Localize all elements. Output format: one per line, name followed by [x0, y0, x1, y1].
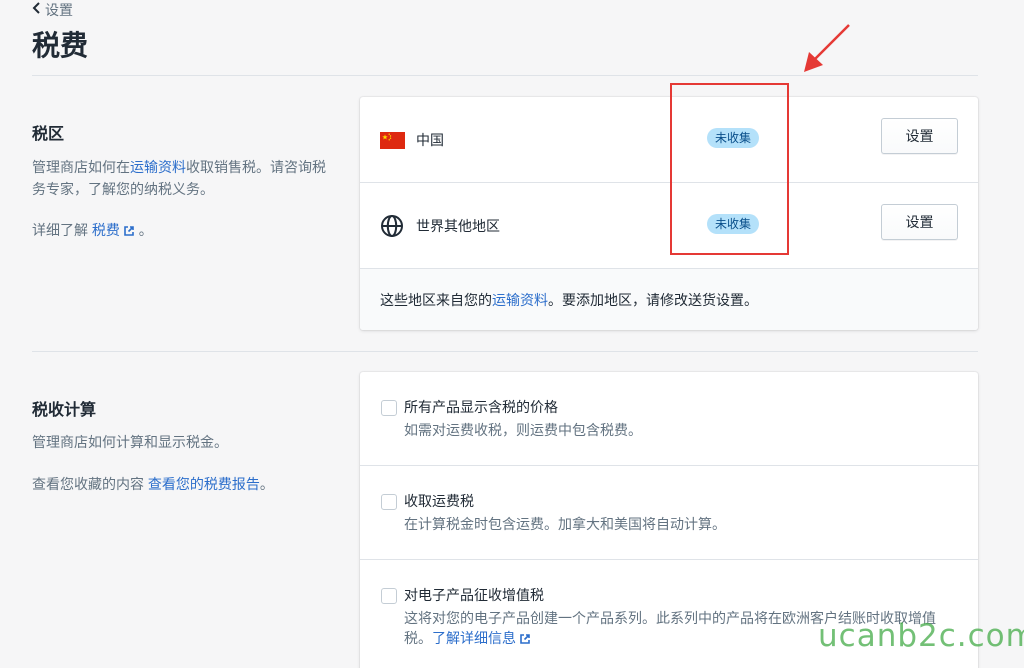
option-description: 如需对运费收税，则运费中包含税费。 [404, 422, 642, 438]
tax-calculation-title: 税收计算 [32, 402, 97, 419]
zone-name: 世界其他地区 [416, 218, 500, 234]
tax-inclusive-checkbox[interactable] [381, 400, 397, 416]
zones-footer: 这些地区来自您的运输资料。要添加地区，请修改送货设置。 [360, 269, 978, 330]
learn-more-taxes: 详细了解 税费 。 [32, 219, 332, 243]
digital-vat-learn-more-link[interactable]: 了解详细信息 [432, 630, 531, 646]
option-title: 所有产品显示含税的价格 [404, 399, 558, 415]
annotation-arrow-icon [804, 24, 850, 72]
option-title: 对电子产品征收增值税 [404, 587, 544, 603]
tax-calculation-description: 管理商店如何计算和显示税金。 [32, 434, 228, 450]
footer-shipping-profile-link[interactable]: 运输资料 [492, 292, 548, 308]
status-badge: 未收集 [707, 214, 760, 234]
tax-regions-title: 税区 [32, 126, 65, 143]
option-charge-shipping-tax: 收取运费税 在计算税金时包含运费。加拿大和美国将自动计算。 [360, 466, 978, 560]
taxes-learn-more-link[interactable]: 税费 [92, 222, 135, 238]
option-title: 收取运费税 [404, 493, 474, 509]
chevron-left-icon [32, 1, 41, 17]
watermark: ucanb2c.com [818, 618, 1024, 654]
external-link-icon [519, 630, 531, 650]
digital-vat-checkbox[interactable] [381, 588, 397, 604]
section-divider [32, 351, 978, 352]
page-title: 税费 [32, 30, 89, 61]
tax-report-text: 查看您收藏的内容 查看您的税费报告。 [32, 476, 274, 492]
shipping-profile-link[interactable]: 运输资料 [130, 159, 186, 175]
view-tax-report-link[interactable]: 查看您的税费报告 [148, 476, 260, 492]
tax-regions-card: 中国 未收集 设置 世界其他地区 未收集 设置 这些地区来自您的运输资料。要添加… [360, 97, 978, 330]
zone-name: 中国 [416, 132, 444, 148]
option-description: 在计算税金时包含运费。加拿大和美国将自动计算。 [404, 516, 726, 532]
china-setup-button[interactable]: 设置 [881, 118, 958, 154]
zone-row-rest-of-world: 世界其他地区 未收集 设置 [360, 183, 978, 269]
tax-regions-description: 管理商店如何在运输资料收取销售税。请咨询税务专家，了解您的纳税义务。 [32, 159, 326, 197]
title-divider [32, 75, 978, 76]
external-link-icon [123, 221, 135, 243]
globe-icon [381, 215, 403, 237]
option-tax-inclusive-prices: 所有产品显示含税的价格 如需对运费收税，则运费中包含税费。 [360, 372, 978, 466]
back-to-settings-link[interactable]: 设置 [32, 0, 73, 20]
shipping-tax-checkbox[interactable] [381, 494, 397, 510]
rest-of-world-setup-button[interactable]: 设置 [881, 204, 958, 240]
zone-row-china: 中国 未收集 设置 [360, 97, 978, 183]
china-flag-icon [380, 132, 405, 149]
status-badge: 未收集 [707, 128, 760, 148]
back-label: 设置 [45, 2, 73, 18]
